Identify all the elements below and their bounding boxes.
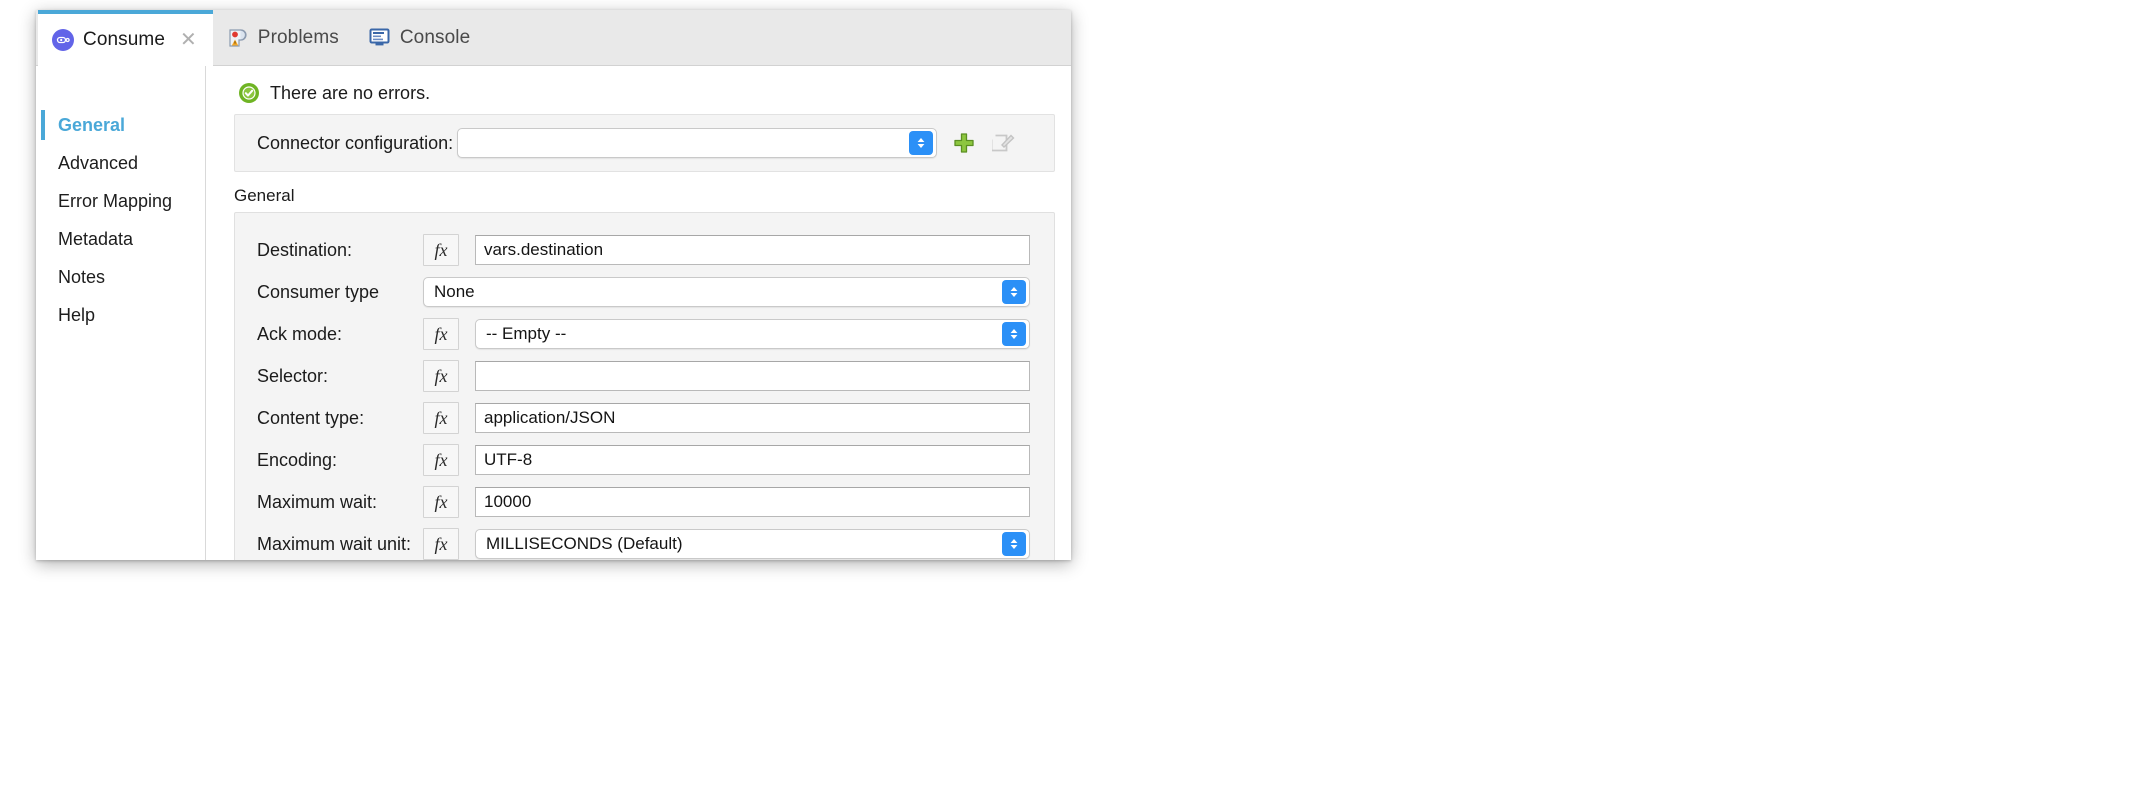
sidebar-item-label: Metadata [58, 229, 133, 250]
chevron-updown-icon [1002, 280, 1026, 304]
sidebar: General Advanced Error Mapping Metadata … [36, 66, 206, 560]
status-banner: There are no errors. [206, 66, 1071, 114]
fx-button[interactable]: fx [423, 528, 459, 560]
field-row-encoding: Encoding: fx UTF-8 [235, 439, 1054, 481]
destination-input[interactable]: vars.destination [475, 235, 1030, 265]
sidebar-item-error-mapping[interactable]: Error Mapping [36, 182, 205, 220]
sidebar-item-label: Advanced [58, 153, 138, 174]
sidebar-item-notes[interactable]: Notes [36, 258, 205, 296]
field-label: Selector: [257, 366, 423, 387]
field-row-selector: Selector: fx [235, 355, 1054, 397]
field-label: Ack mode: [257, 324, 423, 345]
sidebar-item-label: Error Mapping [58, 191, 172, 212]
general-fields: Destination: fx vars.destination Consume… [234, 212, 1055, 560]
fx-button[interactable]: fx [423, 318, 459, 350]
tab-bar: Consume ✕ Problems [36, 10, 1071, 66]
field-row-consumer-type: Consumer type None [235, 271, 1054, 313]
field-label: Content type: [257, 408, 423, 429]
sidebar-item-metadata[interactable]: Metadata [36, 220, 205, 258]
field-value: vars.destination [484, 240, 603, 260]
tab-label: Problems [258, 27, 339, 49]
fx-button[interactable]: fx [423, 402, 459, 434]
field-row-maximum-wait-unit: Maximum wait unit: fx MILLISECONDS (Defa… [235, 523, 1054, 560]
field-row-content-type: Content type: fx application/JSON [235, 397, 1054, 439]
field-label: Consumer type [257, 282, 423, 303]
chevron-updown-icon [1002, 532, 1026, 556]
add-configuration-button[interactable] [951, 130, 977, 156]
consume-icon [52, 29, 74, 51]
editor-window: Consume ✕ Problems [36, 10, 1071, 560]
field-value: -- Empty -- [486, 324, 566, 344]
maximum-wait-input[interactable]: 10000 [475, 487, 1030, 517]
chevron-updown-icon [1002, 322, 1026, 346]
encoding-input[interactable]: UTF-8 [475, 445, 1030, 475]
connector-configuration-select[interactable] [457, 128, 937, 158]
field-value: None [434, 282, 475, 302]
fx-button[interactable]: fx [423, 444, 459, 476]
fx-button[interactable]: fx [423, 234, 459, 266]
status-message: There are no errors. [270, 83, 430, 104]
screenshot-root: Consume ✕ Problems [0, 0, 2142, 790]
field-row-destination: Destination: fx vars.destination [235, 229, 1054, 271]
console-icon [369, 28, 391, 48]
field-value: MILLISECONDS (Default) [486, 534, 683, 554]
field-label: Maximum wait unit: [257, 534, 423, 555]
tab-label: Console [400, 27, 470, 49]
field-label: Destination: [257, 240, 423, 261]
general-legend: General [234, 186, 1055, 212]
sidebar-item-help[interactable]: Help [36, 296, 205, 334]
maximum-wait-unit-select-wrap: MILLISECONDS (Default) [475, 529, 1030, 559]
success-check-icon [238, 82, 260, 104]
sidebar-item-general[interactable]: General [36, 106, 205, 144]
editor-body: General Advanced Error Mapping Metadata … [36, 66, 1071, 560]
fx-button[interactable]: fx [423, 486, 459, 518]
connector-configuration-label: Connector configuration: [257, 133, 457, 154]
connector-configuration-row: Connector configuration: [234, 114, 1055, 172]
tab-problems[interactable]: Problems [213, 10, 355, 65]
general-fieldset: General Destination: fx vars.destination [234, 186, 1055, 560]
ack-mode-select-wrap: -- Empty -- [475, 319, 1030, 349]
field-value: application/JSON [484, 408, 615, 428]
field-label: Maximum wait: [257, 492, 423, 513]
field-value: UTF-8 [484, 450, 532, 470]
tab-label: Consume [83, 29, 165, 51]
main-pane: There are no errors. Connector configura… [206, 66, 1071, 560]
sidebar-item-advanced[interactable]: Advanced [36, 144, 205, 182]
field-row-maximum-wait: Maximum wait: fx 10000 [235, 481, 1054, 523]
field-value: 10000 [484, 492, 531, 512]
consumer-type-select[interactable]: None [423, 277, 1030, 307]
sidebar-item-label: Help [58, 305, 95, 326]
tab-console[interactable]: Console [355, 10, 486, 65]
ack-mode-select[interactable]: -- Empty -- [475, 319, 1030, 349]
content-type-input[interactable]: application/JSON [475, 403, 1030, 433]
field-row-ack-mode: Ack mode: fx -- Empty -- [235, 313, 1054, 355]
edit-configuration-button[interactable] [991, 130, 1017, 156]
problems-icon [227, 27, 249, 49]
chevron-updown-icon [909, 131, 933, 155]
consumer-type-select-wrap: None [423, 277, 1030, 307]
field-label: Encoding: [257, 450, 423, 471]
fx-button[interactable]: fx [423, 360, 459, 392]
selector-input[interactable] [475, 361, 1030, 391]
close-icon[interactable]: ✕ [180, 30, 197, 50]
sidebar-item-label: Notes [58, 267, 105, 288]
maximum-wait-unit-select[interactable]: MILLISECONDS (Default) [475, 529, 1030, 559]
tab-consume[interactable]: Consume ✕ [38, 10, 213, 65]
sidebar-item-label: General [58, 115, 125, 136]
